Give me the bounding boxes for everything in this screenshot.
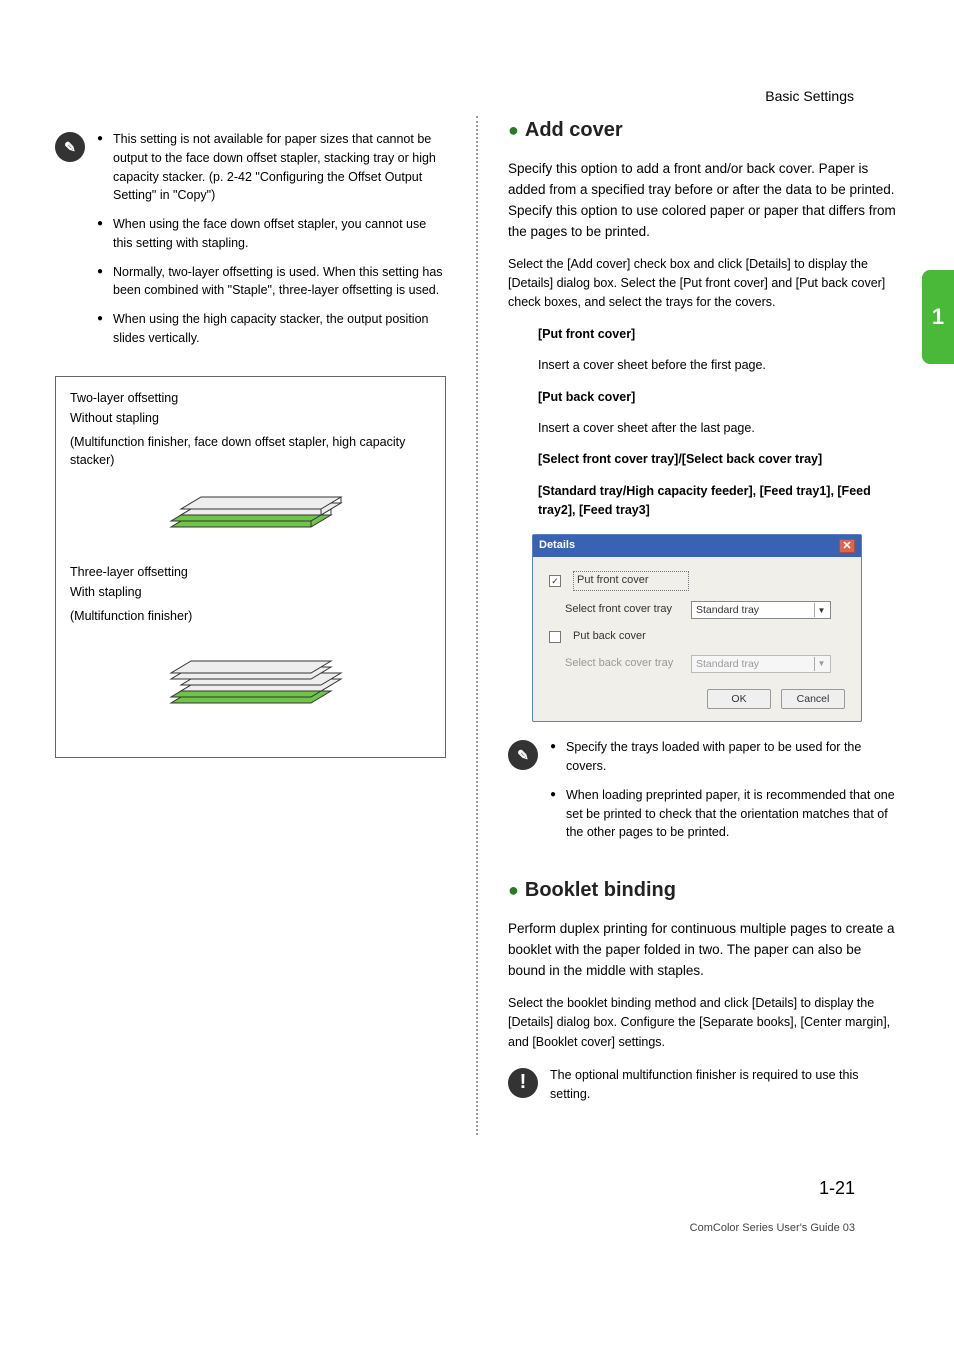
option-title: [Put front cover] <box>538 325 899 344</box>
two-column-layout: ✎ This setting is not available for pape… <box>55 116 899 1135</box>
diagram-subtitle: (Multifunction finisher) <box>70 607 431 625</box>
option-desc: Insert a cover sheet after the last page… <box>538 419 899 438</box>
heading-bullet-icon: ● <box>508 877 519 903</box>
heading-text: Booklet binding <box>525 876 676 905</box>
checkbox-put-back[interactable] <box>549 631 561 643</box>
select-value: Standard tray <box>696 657 759 672</box>
note-block: ✎ Specify the trays loaded with paper to… <box>508 738 899 852</box>
note-item: When loading preprinted paper, it is rec… <box>550 786 899 842</box>
checkbox-label: Put back cover <box>573 629 689 645</box>
ok-button[interactable]: OK <box>707 689 771 709</box>
dialog-titlebar: Details ✕ <box>533 535 861 557</box>
diagram-subtitle: Without stapling <box>70 409 431 427</box>
select-label: Select back cover tray <box>565 656 681 672</box>
close-icon[interactable]: ✕ <box>839 539 855 553</box>
heading-text: Add cover <box>525 116 623 145</box>
note-item: This setting is not available for paper … <box>97 130 446 205</box>
option-desc: [Standard tray/High capacity feeder], [F… <box>538 482 899 521</box>
note-block: ✎ This setting is not available for pape… <box>55 130 446 358</box>
column-divider <box>476 116 478 1135</box>
chevron-down-icon: ▼ <box>814 657 828 671</box>
diagram-title: Three-layer offsetting <box>70 563 431 581</box>
left-column: ✎ This setting is not available for pape… <box>55 116 446 1135</box>
warning-icon: ! <box>508 1068 538 1098</box>
diagram-subtitle: (Multifunction finisher, face down offse… <box>70 433 431 469</box>
front-tray-select[interactable]: Standard tray ▼ <box>691 601 831 619</box>
heading-bullet-icon: ● <box>508 117 519 143</box>
section-tab: 1 <box>922 270 954 364</box>
cancel-button[interactable]: Cancel <box>781 689 845 709</box>
diagram-title: Two-layer offsetting <box>70 389 431 407</box>
two-layer-illustration <box>141 475 361 555</box>
warning-block: ! The optional multifunction finisher is… <box>508 1066 899 1117</box>
option-desc: Insert a cover sheet before the first pa… <box>538 356 899 375</box>
option-title: [Put back cover] <box>538 388 899 407</box>
diagram-subtitle: With stapling <box>70 583 431 601</box>
paragraph: Perform duplex printing for continuous m… <box>508 919 899 982</box>
note-item: Normally, two-layer offsetting is used. … <box>97 263 446 301</box>
details-dialog: Details ✕ ✓ Put front cover Select front… <box>532 534 862 722</box>
footer-guide: ComColor Series User's Guide 03 <box>55 1221 899 1237</box>
dialog-title: Details <box>539 538 575 554</box>
note-icon: ✎ <box>508 740 538 770</box>
select-label: Select front cover tray <box>565 602 681 618</box>
heading-add-cover: ● Add cover <box>508 116 899 145</box>
checkbox-label: Put front cover <box>573 571 689 591</box>
paragraph: Select the [Add cover] check box and cli… <box>508 255 899 313</box>
offsetting-diagram: Two-layer offsetting Without stapling (M… <box>55 376 446 759</box>
checkbox-put-front[interactable]: ✓ <box>549 575 561 587</box>
note-item: When using the high capacity stacker, th… <box>97 310 446 348</box>
note-item: When using the face down offset stapler,… <box>97 215 446 253</box>
header-section: Basic Settings <box>765 86 854 106</box>
warning-text: The optional multifunction finisher is r… <box>550 1066 899 1105</box>
note-icon: ✎ <box>55 132 85 162</box>
paragraph: Specify this option to add a front and/o… <box>508 159 899 243</box>
note-item: Specify the trays loaded with paper to b… <box>550 738 899 776</box>
right-column: ● Add cover Specify this option to add a… <box>508 116 899 1135</box>
paragraph: Select the booklet binding method and cl… <box>508 994 899 1052</box>
back-tray-select: Standard tray ▼ <box>691 655 831 673</box>
page-number: 1-21 <box>55 1175 899 1201</box>
heading-booklet: ● Booklet binding <box>508 876 899 905</box>
three-layer-illustration <box>141 631 361 731</box>
option-title: [Select front cover tray]/[Select back c… <box>538 450 899 469</box>
select-value: Standard tray <box>696 603 759 618</box>
chevron-down-icon: ▼ <box>814 603 828 617</box>
